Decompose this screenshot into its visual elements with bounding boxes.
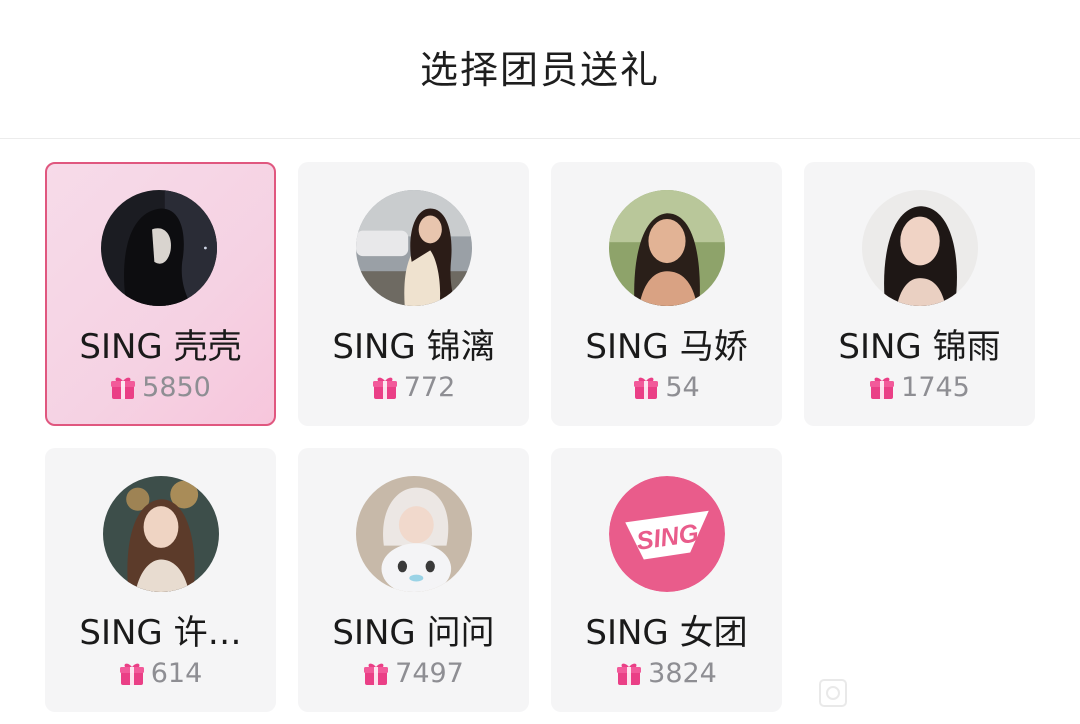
avatar [608,190,725,306]
gift-count-row: 614 [45,658,276,689]
gift-count: 7497 [395,658,464,689]
member-card[interactable]: SING 马娇 54 [551,162,782,426]
member-name: SING 问问 [332,613,495,653]
avatar [861,190,978,306]
avatar [102,476,219,592]
gift-icon [372,375,398,401]
gift-count: 5850 [142,372,211,403]
gift-count-row: 772 [298,372,529,403]
gift-count: 614 [150,658,203,689]
avatar [355,190,472,306]
member-card[interactable]: SING SING 女团 3824 [551,448,782,712]
member-card[interactable]: SING 锦漓 772 [298,162,529,426]
sheet-header: 选择团员送礼 [0,0,1080,139]
gift-member-sheet: 选择团员送礼 SING 壳壳 5850 SING 锦漓 772 SING 马娇 … [0,0,1080,724]
avatar [355,476,472,592]
gift-count: 772 [403,372,456,403]
gift-count: 54 [665,372,700,403]
watermark-icon [819,679,847,707]
group-logo-avatar: SING [608,476,725,592]
gift-icon [616,661,642,687]
member-name: SING 许… [79,613,242,653]
gift-count-row: 3824 [551,658,782,689]
gift-count-row: 1745 [804,372,1035,403]
member-card[interactable]: SING 许… 614 [45,448,276,712]
member-name: SING 锦漓 [332,327,495,367]
gift-icon [633,375,659,401]
gift-icon [119,661,145,687]
member-name: SING 女团 [585,613,748,653]
member-card-selected[interactable]: SING 壳壳 5850 [45,162,276,426]
gift-icon [869,375,895,401]
gift-count-row: 54 [551,372,782,403]
page-title: 选择团员送礼 [419,47,660,92]
member-name: SING 壳壳 [79,327,242,367]
member-card[interactable]: SING 问问 7497 [298,448,529,712]
member-card[interactable]: SING 锦雨 1745 [804,162,1035,426]
member-name: SING 马娇 [585,327,748,367]
gift-count-row: 7497 [298,658,529,689]
gift-icon [110,375,136,401]
gift-count: 3824 [648,658,717,689]
gift-count: 1745 [901,372,970,403]
member-grid: SING 壳壳 5850 SING 锦漓 772 SING 马娇 54 SING… [45,162,1035,712]
member-name: SING 锦雨 [838,327,1001,367]
gift-count-row: 5850 [47,372,274,403]
gift-icon [363,661,389,687]
avatar [100,190,217,306]
